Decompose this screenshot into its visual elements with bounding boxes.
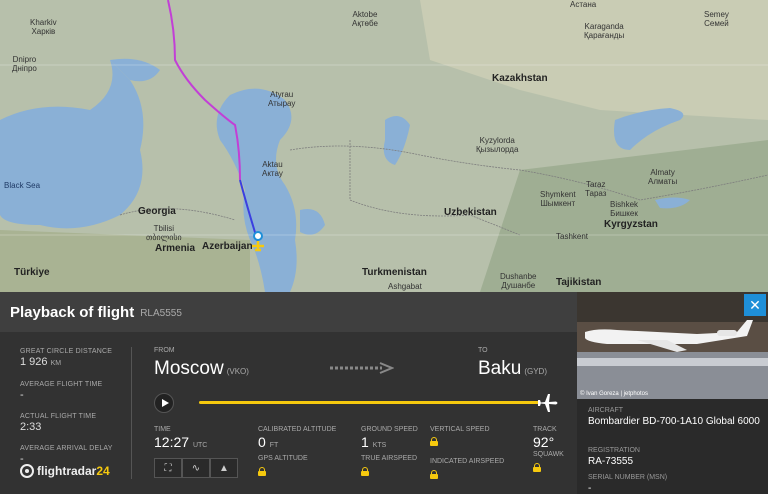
flight-playback-screen: Kharkiv Харків Dnipro Дніпро Black Sea G… (0, 0, 768, 494)
logo-number: 24 (96, 464, 110, 478)
photo-credit[interactable]: © Ivan Goreza | jetphotos (580, 391, 648, 397)
view-toolbar: ⛶ ∿ ▲ (154, 458, 238, 478)
lock-icon[interactable] (430, 437, 438, 446)
map-label-taraz: Taraz Тараз (585, 180, 607, 198)
vertical-speed-label: VERTICAL SPEED (430, 426, 490, 433)
altitude-graph-icon[interactable]: ▲ (210, 458, 238, 478)
map-label-dushanbe: Dushanbe Душанбе (500, 272, 537, 290)
panel-title: Playback of flight (10, 303, 135, 321)
track-label: TRACK (533, 426, 557, 433)
great-circle-label: GREAT CIRCLE DISTANCE (20, 348, 113, 355)
squawk-label: SQUAWK (533, 451, 564, 458)
map-label-kazakhstan: Kazakhstan (492, 73, 548, 84)
track-value: 92° (533, 434, 555, 450)
calibrated-altitude-field: CALIBRATED ALTITUDE 0 FT GPS ALTITUDE (258, 425, 336, 481)
map-label-bishkek: Bishkek Бишкек (610, 200, 639, 218)
time-label: TIME (154, 426, 171, 433)
map-label-tashkent: Tashkent (556, 232, 589, 241)
indicated-airspeed-label: INDICATED AIRSPEED (430, 458, 505, 465)
panel-header: Playback of flight RLA5555 (0, 292, 577, 332)
true-airspeed-label: TRUE AIRSPEED (361, 455, 418, 462)
flightradar24-logo[interactable]: flightradar 24 (20, 464, 110, 478)
fullscreen-icon[interactable]: ⛶ (154, 458, 182, 478)
map-label-kharkiv: Kharkiv Харків (30, 18, 57, 36)
avg-arrival-delay-label: AVERAGE ARRIVAL DELAY (20, 445, 113, 452)
serial-number-label: SERIAL NUMBER (MSN) (588, 474, 668, 481)
map-label-black-sea: Black Sea (4, 181, 41, 190)
map-label-armenia: Armenia (155, 243, 196, 254)
destination-marker-icon[interactable] (253, 231, 263, 241)
radar-logo-icon (20, 464, 34, 478)
play-button[interactable] (154, 393, 174, 413)
map-label-atyrau: Atyrau Атырау (268, 90, 296, 108)
vertical-speed-field: VERTICAL SPEED INDICATED AIRSPEED (430, 425, 504, 484)
map-terrain (0, 0, 768, 292)
lock-icon[interactable] (533, 463, 541, 472)
origin: FROM Moscow (VKO) (154, 347, 249, 380)
map-label-kyrgyzstan: Kyrgyzstan (604, 219, 658, 230)
actual-flight-time-value: 2:33 (20, 421, 42, 433)
calibrated-altitude-value: 0 FT (258, 434, 279, 450)
lock-icon[interactable] (430, 470, 438, 479)
track-field: TRACK 92° SQUAWK (533, 425, 564, 477)
flight-number: RLA5555 (140, 308, 182, 319)
lock-icon[interactable] (361, 467, 369, 476)
registration-label: REGISTRATION (588, 447, 640, 454)
map-label-semey: Semey Семей (704, 10, 729, 28)
ground-speed-label: GROUND SPEED (361, 426, 418, 433)
map-label-turkmenistan: Turkmenistan (362, 267, 427, 278)
serial-number-value: - (588, 483, 592, 494)
aircraft-label: AIRCRAFT (588, 407, 623, 414)
calibrated-altitude-label: CALIBRATED ALTITUDE (258, 426, 337, 433)
stats-divider (131, 347, 132, 479)
map-label-astana: Астана (570, 0, 597, 9)
registration-value: RA-73555 (588, 456, 634, 467)
map-label-turkiye: Türkiye (14, 267, 50, 278)
route-icon[interactable]: ∿ (182, 458, 210, 478)
flight-stats: GREAT CIRCLE DISTANCE 1 926 KM AVERAGE F… (20, 347, 130, 476)
map-view[interactable]: Kharkiv Харків Dnipro Дніпро Black Sea G… (0, 0, 768, 292)
aircraft-photo[interactable]: ✕ © Ivan Goreza | jetphotos (577, 292, 768, 399)
map-label-dnipro: Dnipro Дніпро (12, 55, 37, 73)
map-label-kyzylorda: Kyzylorda Қызылорда (476, 136, 519, 154)
playback-timeline-slider[interactable] (199, 401, 539, 404)
map-label-aktobe: Aktobe Ақтөбе (352, 10, 378, 28)
map-label-almaty: Almaty Алматы (648, 168, 678, 186)
actual-flight-time-label: ACTUAL FLIGHT TIME (20, 413, 97, 420)
gps-altitude-label: GPS ALTITUDE (258, 455, 308, 462)
map-label-uzbekistan: Uzbekistan (444, 207, 497, 218)
time-field: TIME 12:27 UTC (154, 425, 207, 454)
plane-icon[interactable] (537, 393, 559, 413)
great-circle-value: 1 926 KM (20, 356, 62, 368)
map-label-shymkent: Shymkent Шымкент (540, 190, 576, 208)
destination-city[interactable]: Baku (GYD) (478, 358, 547, 380)
logo-text: flightradar (37, 464, 97, 478)
map-label-aktau: Aktau Актау (262, 160, 283, 178)
map-label-tajikistan: Tajikistan (556, 277, 602, 288)
map-label-tbilisi: Tbilisi თბილისი (146, 224, 182, 242)
close-icon[interactable]: ✕ (744, 294, 766, 316)
lock-icon[interactable] (258, 467, 266, 476)
to-label: TO (478, 347, 488, 354)
avg-flight-time-label: AVERAGE FLIGHT TIME (20, 381, 103, 388)
aircraft-photo-image (577, 292, 768, 399)
time-value: 12:27 UTC (154, 434, 208, 450)
aircraft-panel: ✕ © Ivan Goreza | jetphotos AIRCRAFT Bom… (577, 292, 768, 494)
from-label: FROM (154, 347, 175, 354)
origin-city[interactable]: Moscow (VKO) (154, 358, 249, 380)
route-arrow-icon (330, 362, 394, 374)
playback-panel: Playback of flight RLA5555 GREAT CIRCLE … (0, 292, 577, 494)
map-label-azerbaijan: Azerbaijan (202, 241, 253, 252)
map-label-karaganda: Karaganda Қарағанды (584, 22, 625, 40)
ground-speed-value: 1 KTS (361, 434, 387, 450)
destination: TO Baku (GYD) (478, 347, 547, 380)
map-label-georgia: Georgia (138, 206, 176, 217)
map-label-ashgabat: Ashgabat (388, 282, 422, 291)
ground-speed-field: GROUND SPEED 1 KTS TRUE AIRSPEED (361, 425, 418, 481)
aircraft-value: Bombardier BD-700-1A10 Global 6000 (588, 416, 760, 427)
avg-flight-time-value: - (20, 389, 24, 401)
